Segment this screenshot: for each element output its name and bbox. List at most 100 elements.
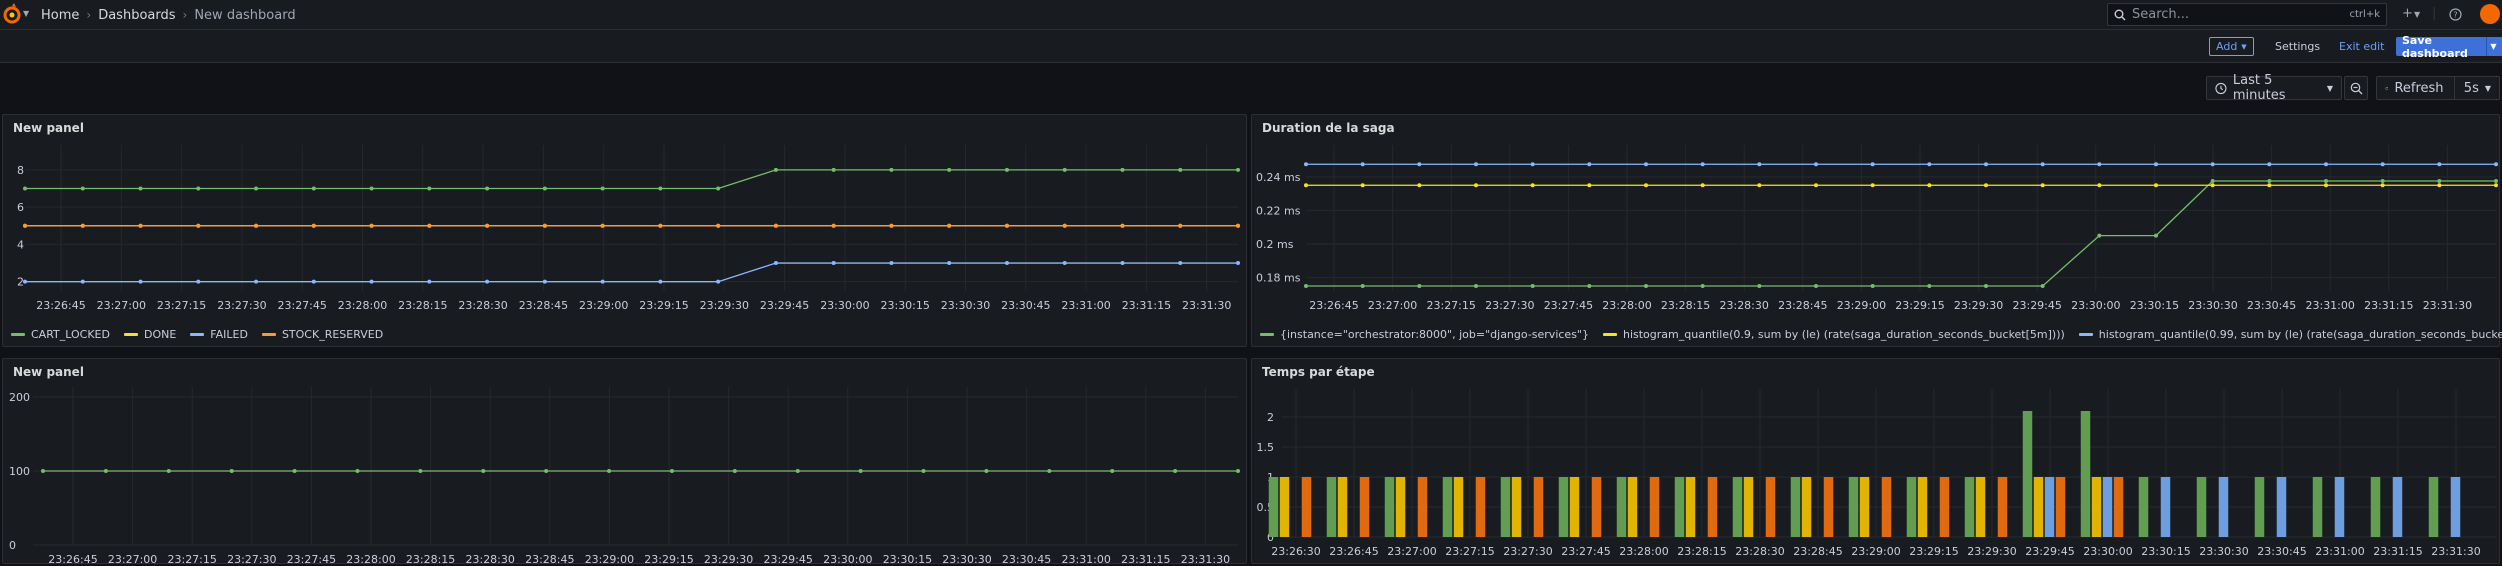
bar	[1649, 477, 1660, 537]
avatar[interactable]	[2480, 4, 2500, 24]
data-point	[2097, 162, 2102, 167]
legend-item[interactable]: FAILED	[190, 328, 248, 341]
x-tick-label: 23:27:45	[287, 553, 336, 565]
data-point	[1814, 283, 1818, 288]
data-point	[716, 223, 721, 228]
bar	[2450, 477, 2461, 537]
bar	[2160, 477, 2171, 537]
y-tick-label: 0	[9, 539, 16, 552]
data-point	[23, 223, 27, 228]
data-point	[138, 223, 143, 228]
data-point	[2494, 183, 2498, 188]
panel-legend: {instance="orchestrator:8000", job="djan…	[1260, 328, 2502, 341]
bar	[1475, 477, 1486, 537]
data-point	[773, 261, 778, 266]
panel-temps-par-etape[interactable]: Temps par étape 00.511.5223:26:3023:26:4…	[1251, 358, 2500, 564]
data-point	[2040, 162, 2045, 167]
bar	[1359, 477, 1370, 537]
bar	[1975, 477, 1986, 537]
panel-new-panel-constant[interactable]: New panel 0 100 200 23:26:45 23:27:00 23:27:1…	[2, 358, 1247, 565]
data-point	[418, 469, 423, 473]
bar	[1685, 477, 1696, 537]
data-point	[2154, 183, 2158, 188]
data-point	[1587, 283, 1592, 288]
bar	[1917, 477, 1928, 537]
panel-duration-saga[interactable]: Duration de la saga 0.18 ms 0.2 ms 0.22 ms…	[1251, 114, 2502, 347]
data-point	[23, 186, 27, 191]
legend-item[interactable]: STOCK_RESERVED	[261, 328, 383, 341]
x-tick-label: 23:29:30	[1967, 545, 2016, 558]
svg-text:?: ?	[2453, 11, 2457, 20]
x-tick-label: 23:30:30	[2199, 545, 2248, 558]
data-point	[1236, 469, 1240, 473]
data-point	[947, 261, 952, 266]
chevron-down-icon[interactable]: ▼	[2414, 10, 2420, 19]
data-point	[2380, 179, 2385, 184]
data-point	[658, 279, 663, 284]
panel-new-panel-states[interactable]: New panel 2 4 6 8 23:26:45 23:27:00 23:27:15 23…	[2, 114, 1247, 347]
data-point	[138, 279, 143, 284]
exit-edit-button[interactable]: Exit edit	[2339, 40, 2384, 53]
data-point	[1417, 183, 1422, 188]
data-point	[2097, 233, 2102, 238]
x-tick-label: 23:28:30	[458, 299, 507, 312]
legend-item[interactable]: {instance="orchestrator:8000", job="djan…	[1260, 328, 1589, 341]
legend-label: histogram_quantile(0.99, sum by (le) (ra…	[2098, 328, 2502, 341]
data-point	[1062, 261, 1067, 266]
x-tick-label: 23:30:00	[823, 553, 872, 565]
refresh-interval[interactable]: 5s	[2464, 81, 2479, 96]
data-point	[1814, 183, 1818, 188]
bar	[1511, 477, 1522, 537]
legend-item[interactable]: histogram_quantile(0.9, sum by (le) (rat…	[1602, 328, 2065, 341]
breadcrumb-dashboards[interactable]: Dashboards	[98, 8, 175, 23]
data-point	[369, 279, 374, 284]
data-point	[1304, 283, 1308, 288]
data-point	[947, 167, 952, 172]
chevron-down-icon[interactable]: ▼	[23, 9, 29, 18]
breadcrumb-home[interactable]: Home	[41, 8, 79, 23]
chevron-down-icon[interactable]: ▼	[2486, 37, 2500, 56]
data-point	[485, 223, 490, 228]
add-label: Add	[2216, 40, 2238, 53]
data-point	[716, 186, 721, 191]
legend-item[interactable]: DONE	[123, 328, 176, 341]
x-tick-label: 23:27:45	[1544, 299, 1593, 312]
legend-item[interactable]: histogram_quantile(0.99, sum by (le) (ra…	[2078, 328, 2502, 341]
y-tick-label: 0.22 ms	[1256, 204, 1301, 217]
data-point	[1360, 183, 1365, 188]
data-point	[947, 223, 952, 228]
grafana-logo-icon[interactable]	[0, 2, 24, 26]
series-line	[1306, 180, 2496, 287]
bar	[2312, 477, 2323, 537]
x-tick-label: 23:28:00	[1602, 299, 1651, 312]
data-point	[1417, 162, 1422, 167]
search-icon	[2114, 9, 2126, 20]
settings-button[interactable]: Settings	[2275, 40, 2320, 53]
zoom-out-button[interactable]	[2344, 76, 2368, 100]
time-range-picker[interactable]: Last 5 minutes ▼	[2206, 73, 2342, 103]
refresh-button[interactable]: Refresh 5s ▼	[2376, 76, 2500, 100]
x-tick-label: 23:26:45	[36, 299, 85, 312]
plus-icon[interactable]: +	[2402, 6, 2413, 21]
x-tick-label: 23:31:30	[1182, 299, 1231, 312]
bar	[1765, 477, 1776, 537]
legend-swatch	[190, 333, 205, 336]
bar	[1732, 477, 1743, 537]
bar	[1964, 477, 1975, 537]
data-point	[2210, 162, 2215, 167]
x-tick-label: 23:31:15	[2373, 545, 2422, 558]
data-point	[1757, 162, 1762, 167]
search-input[interactable]: Search... ctrl+k	[2107, 3, 2387, 26]
x-tick-label: 23:26:45	[1309, 299, 1358, 312]
add-button[interactable]: Add ▼	[2209, 37, 2254, 56]
bar	[1906, 477, 1917, 537]
help-icon[interactable]: ?	[2449, 8, 2462, 21]
x-tick-label: 23:30:45	[2247, 299, 2296, 312]
bar	[2033, 477, 2044, 537]
x-tick-label: 23:27:30	[227, 553, 276, 565]
legend-item[interactable]: CART_LOCKED	[11, 328, 110, 341]
data-point	[1304, 183, 1308, 188]
legend-swatch	[1602, 333, 1617, 336]
x-tick-label: 23:26:45	[48, 553, 97, 565]
bar	[1627, 477, 1638, 537]
